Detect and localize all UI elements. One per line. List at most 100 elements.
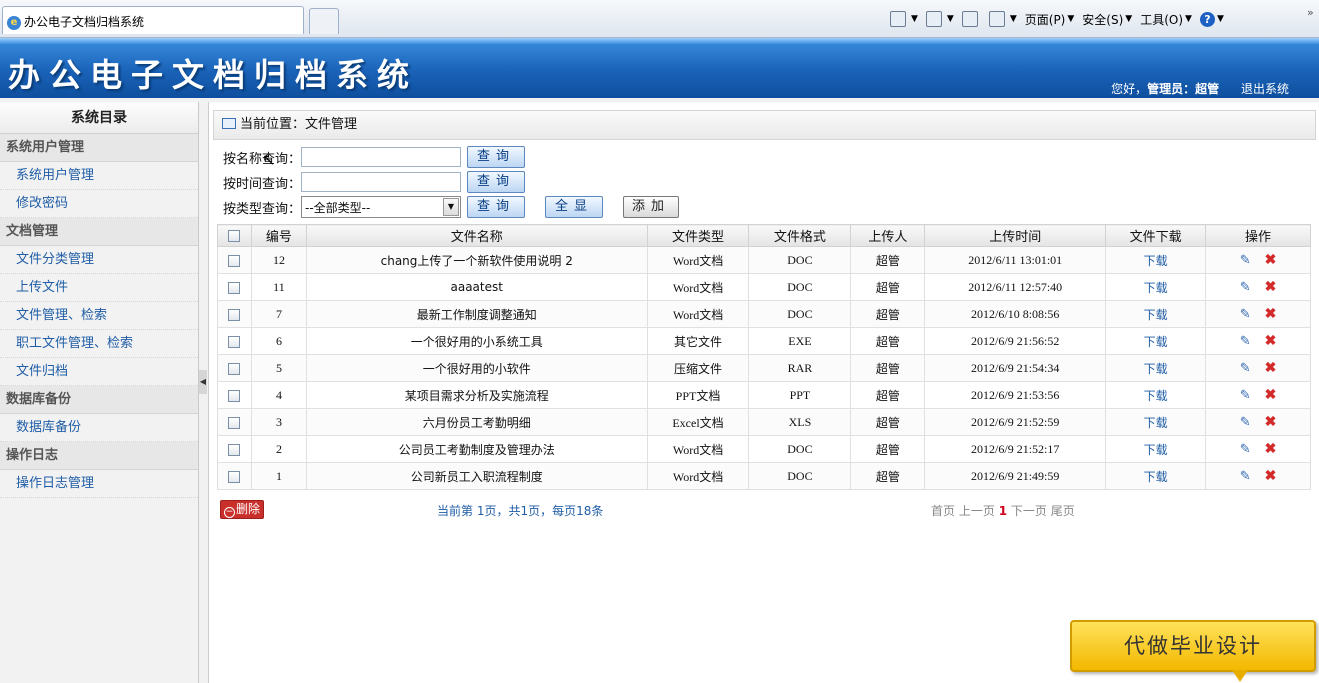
sidebar-item-user-management[interactable]: 系统用户管理 (0, 162, 198, 190)
download-link[interactable]: 下载 (1105, 273, 1207, 301)
row-checkbox[interactable] (228, 308, 241, 321)
row-checkbox[interactable] (228, 389, 241, 402)
toolbar-overflow-icon[interactable]: » (1307, 6, 1314, 19)
file-id: 6 (250, 327, 307, 355)
query-by-type-button[interactable]: 查询 (467, 196, 525, 218)
time-query-input[interactable] (301, 172, 461, 192)
row-checkbox[interactable] (228, 362, 241, 375)
edit-icon[interactable]: ✎ (1240, 414, 1251, 430)
logout-link[interactable]: 退出系统 (1241, 82, 1289, 96)
page-menu[interactable]: 页面(P) ▼ (1025, 11, 1075, 28)
row-checkbox[interactable] (228, 416, 241, 429)
delete-icon[interactable]: ✖ (1265, 360, 1277, 377)
download-link[interactable]: 下载 (1105, 246, 1207, 274)
promo-badge: 代做毕业设计 (1070, 620, 1316, 682)
first-page-link[interactable]: 首页 (931, 504, 955, 518)
show-all-button[interactable]: 全显 (545, 196, 603, 218)
sidebar-section-document-management[interactable]: 文档管理 (0, 218, 198, 246)
row-checkbox[interactable] (228, 335, 241, 348)
download-link[interactable]: 下载 (1105, 327, 1207, 355)
batch-delete-button[interactable]: − 删除 (220, 500, 265, 519)
delete-icon[interactable]: ✖ (1265, 468, 1277, 485)
name-query-input[interactable] (301, 147, 461, 167)
download-link[interactable]: 下载 (1105, 435, 1207, 463)
edit-icon[interactable]: ✎ (1240, 306, 1251, 322)
edit-icon[interactable]: ✎ (1240, 468, 1251, 484)
sidebar-item-operation-log[interactable]: 操作日志管理 (0, 470, 198, 498)
query-by-time-button[interactable]: 查询 (467, 171, 525, 193)
rss-icon (925, 11, 942, 27)
sidebar-item-upload-file[interactable]: 上传文件 (0, 274, 198, 302)
row-actions: ✎ ✖ (1205, 354, 1311, 382)
add-button[interactable]: 添加 (623, 196, 679, 218)
sidebar-section-operation-log[interactable]: 操作日志 (0, 442, 198, 470)
prev-page-link[interactable]: 上一页 (959, 504, 995, 518)
help-menu[interactable]: ? ▼ (1199, 11, 1224, 27)
download-link[interactable]: 下载 (1105, 408, 1207, 436)
delete-icon[interactable]: ✖ (1265, 441, 1277, 458)
feeds-button[interactable]: ▼ (925, 11, 954, 27)
row-checkbox[interactable] (228, 254, 241, 267)
sidebar: 系统目录 系统用户管理 系统用户管理 修改密码 文档管理 文件分类管理 上传文件… (0, 102, 199, 683)
column-header: 操作 (1205, 224, 1311, 247)
sidebar-item-database-backup[interactable]: 数据库备份 (0, 414, 198, 442)
edit-icon[interactable]: ✎ (1240, 252, 1251, 268)
delete-icon[interactable]: ✖ (1265, 333, 1277, 350)
file-id: 3 (250, 408, 307, 436)
file-uploader: 超管 (850, 327, 926, 355)
upload-time: 2012/6/9 21:54:34 (924, 354, 1107, 382)
browser-tab[interactable]: e 办公电子文档归档系统 (2, 6, 304, 34)
download-link[interactable]: 下载 (1105, 300, 1207, 328)
file-format: DOC (748, 246, 852, 274)
sidebar-section-database-backup[interactable]: 数据库备份 (0, 386, 198, 414)
mail-icon (961, 11, 978, 27)
sidebar-item-staff-file-management[interactable]: 职工文件管理、检索 (0, 330, 198, 358)
file-name: 最新工作制度调整通知 (305, 300, 648, 328)
role-label: 管理员： (1147, 82, 1196, 96)
download-link[interactable]: 下载 (1105, 354, 1207, 382)
column-header: 文件格式 (748, 224, 852, 247)
download-link[interactable]: 下载 (1105, 462, 1207, 490)
file-name: 一个很好用的小软件 (305, 354, 648, 382)
sidebar-item-file-management[interactable]: 文件管理、检索 (0, 302, 198, 330)
edit-icon[interactable]: ✎ (1240, 360, 1251, 376)
new-tab-button[interactable] (309, 8, 339, 34)
file-uploader: 超管 (850, 300, 926, 328)
file-uploader: 超管 (850, 408, 926, 436)
promo-badge-text: 代做毕业设计 (1124, 634, 1262, 658)
sidebar-item-category-management[interactable]: 文件分类管理 (0, 246, 198, 274)
sidebar-item-change-password[interactable]: 修改密码 (0, 190, 198, 218)
upload-time: 2012/6/10 8:08:56 (924, 300, 1107, 328)
delete-icon[interactable]: ✖ (1265, 306, 1277, 323)
file-uploader: 超管 (850, 246, 926, 274)
row-checkbox[interactable] (228, 443, 241, 456)
edit-icon[interactable]: ✎ (1240, 279, 1251, 295)
select-all-checkbox[interactable] (228, 229, 241, 242)
row-checkbox[interactable] (228, 281, 241, 294)
home-button[interactable]: ▼ (890, 11, 918, 27)
tools-menu[interactable]: 工具(O) ▼ (1140, 11, 1192, 28)
delete-icon[interactable]: ✖ (1265, 387, 1277, 404)
delete-icon[interactable]: ✖ (1265, 252, 1277, 269)
upload-time: 2012/6/9 21:52:17 (924, 435, 1107, 463)
last-page-link[interactable]: 尾页 (1051, 504, 1075, 518)
edit-icon[interactable]: ✎ (1240, 387, 1251, 403)
edit-icon[interactable]: ✎ (1240, 333, 1251, 349)
delete-icon[interactable]: ✖ (1265, 279, 1277, 296)
next-page-link[interactable]: 下一页 (1011, 504, 1047, 518)
sidebar-collapse-handle[interactable]: ◀ (199, 370, 207, 394)
table-row: 5 一个很好用的小软件 压缩文件 RAR 超管 2012/6/9 21:54:3… (217, 354, 1311, 382)
row-checkbox[interactable] (228, 470, 241, 483)
sidebar-section-user-management[interactable]: 系统用户管理 (0, 134, 198, 162)
delete-icon[interactable]: ✖ (1265, 414, 1277, 431)
safety-menu[interactable]: 安全(S) ▼ (1082, 11, 1132, 28)
query-by-name-button[interactable]: 查询 (467, 146, 525, 168)
file-name: aaaatest (305, 273, 648, 301)
mail-button[interactable] (961, 11, 981, 27)
download-link[interactable]: 下载 (1105, 381, 1207, 409)
row-select-cell (217, 462, 252, 490)
print-button[interactable]: ▼ (988, 11, 1017, 27)
sidebar-item-file-archive[interactable]: 文件归档 (0, 358, 198, 386)
edit-icon[interactable]: ✎ (1240, 441, 1251, 457)
file-type-select[interactable]: --全部类型-- ▼ (301, 196, 461, 218)
